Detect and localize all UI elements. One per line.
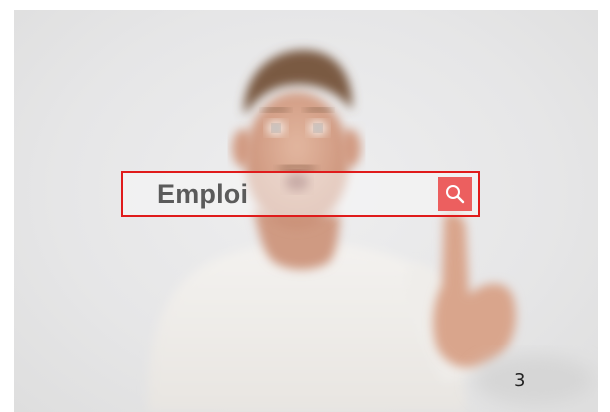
search-bar[interactable]: Emploi [121,171,480,217]
search-input[interactable]: Emploi [157,180,248,208]
slide: Emploi 3 [0,0,610,412]
page-number: 3 [514,370,526,391]
search-button[interactable] [438,177,472,211]
search-icon [446,185,465,204]
